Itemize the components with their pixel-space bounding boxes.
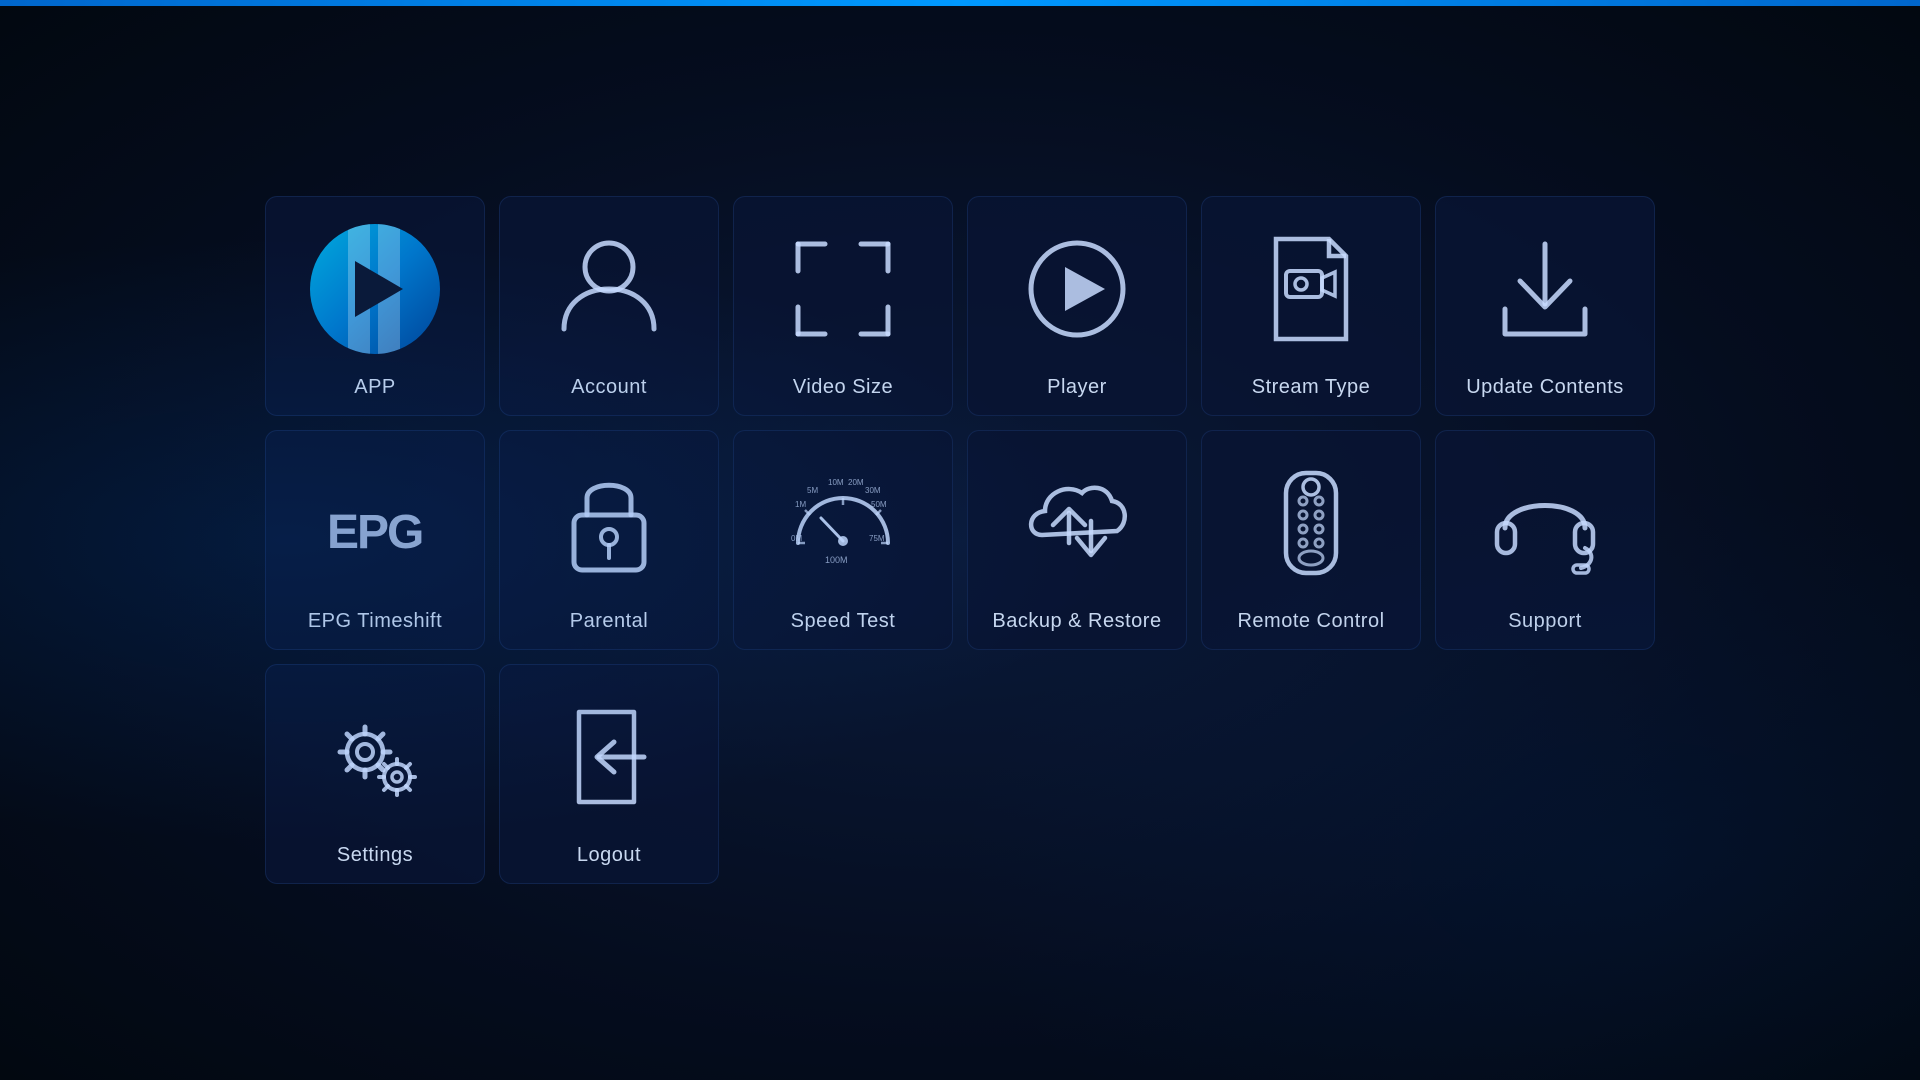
tile-parental[interactable]: Parental: [499, 430, 719, 650]
settings-icon: [276, 685, 474, 828]
tile-account[interactable]: Account: [499, 196, 719, 416]
empty-tile-2: [967, 664, 1187, 884]
svg-text:1M: 1M: [795, 500, 806, 509]
parental-icon: [510, 451, 708, 594]
account-icon: [510, 217, 708, 360]
svg-text:50M: 50M: [871, 500, 887, 509]
tile-account-label: Account: [571, 376, 647, 399]
tile-logout-label: Logout: [577, 844, 641, 867]
tile-epg-label: EPG Timeshift: [308, 610, 442, 633]
tile-stream-type[interactable]: Stream Type: [1201, 196, 1421, 416]
video-size-icon: [744, 217, 942, 360]
tile-video-size[interactable]: Video Size: [733, 196, 953, 416]
svg-text:75M: 75M: [869, 534, 885, 543]
tile-speed-test-label: Speed Test: [791, 610, 896, 633]
tile-parental-label: Parental: [570, 610, 649, 633]
logout-icon: [510, 685, 708, 828]
empty-tile-3: [1201, 664, 1421, 884]
tile-backup-restore-label: Backup & Restore: [992, 610, 1161, 633]
svg-text:EPG: EPG: [327, 506, 422, 559]
tile-settings[interactable]: Settings: [265, 664, 485, 884]
svg-text:10M: 10M: [828, 478, 844, 487]
svg-text:30M: 30M: [865, 486, 881, 495]
app-icon: [276, 217, 474, 360]
empty-tile-4: [1435, 664, 1655, 884]
tile-remote-control-label: Remote Control: [1237, 610, 1384, 633]
stream-type-icon: [1212, 217, 1410, 360]
svg-text:5M: 5M: [807, 486, 818, 495]
settings-grid: APP Account Video Size: [225, 136, 1695, 944]
tile-update-contents[interactable]: Update Contents: [1435, 196, 1655, 416]
tile-app-label: APP: [354, 376, 396, 399]
remote-control-icon: [1212, 451, 1410, 594]
support-icon: [1446, 451, 1644, 594]
tile-settings-label: Settings: [337, 844, 413, 867]
update-contents-icon: [1446, 217, 1644, 360]
svg-text:100M: 100M: [825, 555, 848, 565]
tile-app[interactable]: APP: [265, 196, 485, 416]
tile-player[interactable]: Player: [967, 196, 1187, 416]
tile-epg-timeshift[interactable]: EPG EPG Timeshift: [265, 430, 485, 650]
epg-icon: EPG: [276, 451, 474, 594]
tile-logout[interactable]: Logout: [499, 664, 719, 884]
empty-tile-1: [733, 664, 953, 884]
tile-player-label: Player: [1047, 376, 1107, 399]
tile-update-contents-label: Update Contents: [1466, 376, 1624, 399]
tile-stream-type-label: Stream Type: [1252, 376, 1371, 399]
tile-remote-control[interactable]: Remote Control: [1201, 430, 1421, 650]
svg-text:0M: 0M: [791, 534, 802, 543]
tile-support-label: Support: [1508, 610, 1582, 633]
tile-support[interactable]: Support: [1435, 430, 1655, 650]
tile-video-size-label: Video Size: [793, 376, 893, 399]
tile-backup-restore[interactable]: Backup & Restore: [967, 430, 1187, 650]
svg-text:20M: 20M: [848, 478, 864, 487]
player-icon: [978, 217, 1176, 360]
backup-restore-icon: [978, 451, 1176, 594]
tile-speed-test[interactable]: 0M 1M 5M 10M 20M 30M 50M 75M 100M Speed …: [733, 430, 953, 650]
speed-test-icon: 0M 1M 5M 10M 20M 30M 50M 75M 100M: [744, 451, 942, 594]
